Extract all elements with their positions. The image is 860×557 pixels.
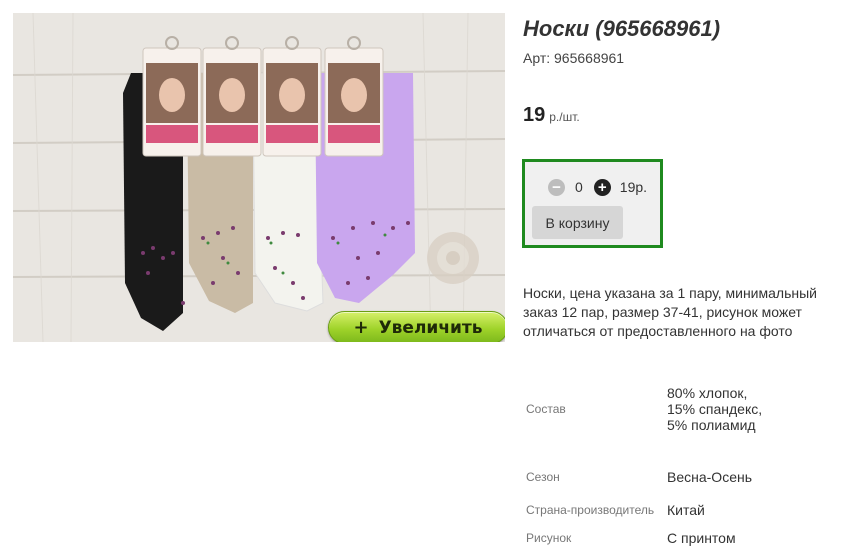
zoom-button[interactable]: + Увеличить <box>328 311 505 342</box>
sku: Арт: 965668961 <box>523 50 624 66</box>
spec-label: Сезон <box>526 470 560 484</box>
table-row: Страна-производитель Китай <box>523 497 777 523</box>
spec-label: Состав <box>526 402 566 416</box>
sku-value: 965668961 <box>554 50 625 66</box>
cart-box: − 0 + 19р. В корзину <box>522 159 663 248</box>
add-to-cart-button[interactable]: В корзину <box>532 206 623 239</box>
table-row: Состав 80% хлопок, 15% спандекс, 5% поли… <box>523 361 777 457</box>
plus-icon: + <box>353 317 369 338</box>
cart-total: 19р. <box>619 179 648 195</box>
price-value: 19 <box>523 104 546 126</box>
product-description: Носки, цена указана за 1 пару, минимальн… <box>523 285 817 339</box>
spec-label: Рисунок <box>526 531 572 545</box>
table-row: Сезон Весна-Осень <box>523 457 777 497</box>
spec-value: Китай <box>667 502 705 518</box>
price-unit: р./шт. <box>549 110 580 124</box>
zoom-button-label: Увеличить <box>378 317 483 338</box>
specs-table: Состав 80% хлопок, 15% спандекс, 5% поли… <box>523 361 777 553</box>
table-row: Рисунок С принтом <box>523 523 777 553</box>
spec-label: Страна-производитель <box>526 503 655 517</box>
wood-decoration <box>427 232 479 284</box>
minus-icon[interactable]: − <box>548 178 565 196</box>
spec-value: С принтом <box>667 530 736 546</box>
product-image[interactable]: + Увеличить <box>13 13 505 342</box>
sku-label: Арт: <box>523 50 551 66</box>
product-photo <box>13 13 505 342</box>
price: 19 р./шт. <box>523 104 580 127</box>
spec-value: Весна-Осень <box>667 469 753 485</box>
quantity-stepper: − 0 + 19р. <box>548 178 647 196</box>
quantity-value[interactable]: 0 <box>575 179 583 195</box>
spec-value: 80% хлопок, 15% спандекс, 5% полиамид <box>667 385 763 433</box>
plus-icon[interactable]: + <box>593 178 611 196</box>
package-cards <box>142 36 384 157</box>
product-title: Носки (965668961) <box>523 16 721 41</box>
